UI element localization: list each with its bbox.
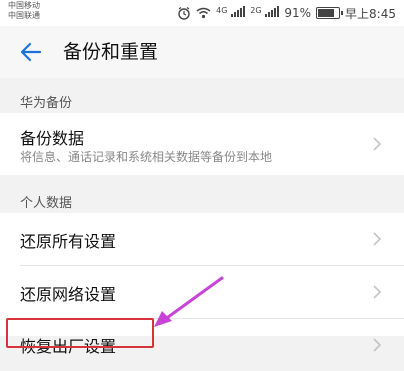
item-title: 备份数据 bbox=[20, 129, 85, 148]
carrier-2: 中国联通 bbox=[8, 11, 40, 20]
section-header-huawei-backup: 华为备份 bbox=[20, 96, 73, 111]
status-icons: 4G 2G 91% 早上8:45 bbox=[177, 5, 396, 21]
item-title: 还原所有设置 bbox=[20, 232, 117, 251]
network-type-2: 2G bbox=[250, 6, 262, 15]
battery-icon bbox=[316, 7, 344, 19]
section-header-personal-data: 个人数据 bbox=[20, 196, 73, 211]
status-bar: 中国移动 中国联通 4G 2G 91% 早上8:45 bbox=[0, 0, 404, 26]
item-subtitle: 将信息、通话记录和系统相关数据等备份到本地 bbox=[20, 150, 273, 164]
list-item-backup-data[interactable]: 备份数据 将信息、通话记录和系统相关数据等备份到本地 bbox=[0, 113, 404, 175]
item-title: 还原网络设置 bbox=[20, 285, 117, 304]
network-type-1: 4G bbox=[216, 6, 228, 15]
page-title: 备份和重置 bbox=[63, 41, 159, 63]
highlight-box bbox=[6, 318, 154, 348]
chevron-right-icon bbox=[373, 137, 382, 151]
chevron-right-icon bbox=[373, 338, 382, 352]
carrier-1: 中国移动 bbox=[8, 1, 40, 10]
section-card-backup: 备份数据 将信息、通话记录和系统相关数据等备份到本地 bbox=[0, 113, 404, 175]
alarm-icon bbox=[178, 7, 190, 20]
signal-bars-1-icon bbox=[231, 6, 246, 17]
clock: 早上8:45 bbox=[345, 6, 396, 21]
carrier-info: 中国移动 中国联通 bbox=[8, 1, 40, 21]
chevron-right-icon bbox=[373, 285, 382, 299]
list-item-reset-all-settings[interactable]: 还原所有设置 bbox=[0, 213, 404, 265]
wifi-icon bbox=[196, 7, 211, 19]
signal-2: 2G bbox=[250, 6, 280, 20]
signal-bars-2-icon bbox=[265, 6, 280, 17]
app-bar: 备份和重置 bbox=[0, 26, 404, 78]
signal-1: 4G bbox=[216, 6, 246, 20]
battery-fill bbox=[318, 9, 335, 17]
back-arrow-icon[interactable] bbox=[18, 39, 44, 65]
battery-percent: 91% bbox=[284, 6, 312, 20]
chevron-right-icon bbox=[373, 232, 382, 246]
pointer-arrow-icon bbox=[154, 276, 224, 327]
